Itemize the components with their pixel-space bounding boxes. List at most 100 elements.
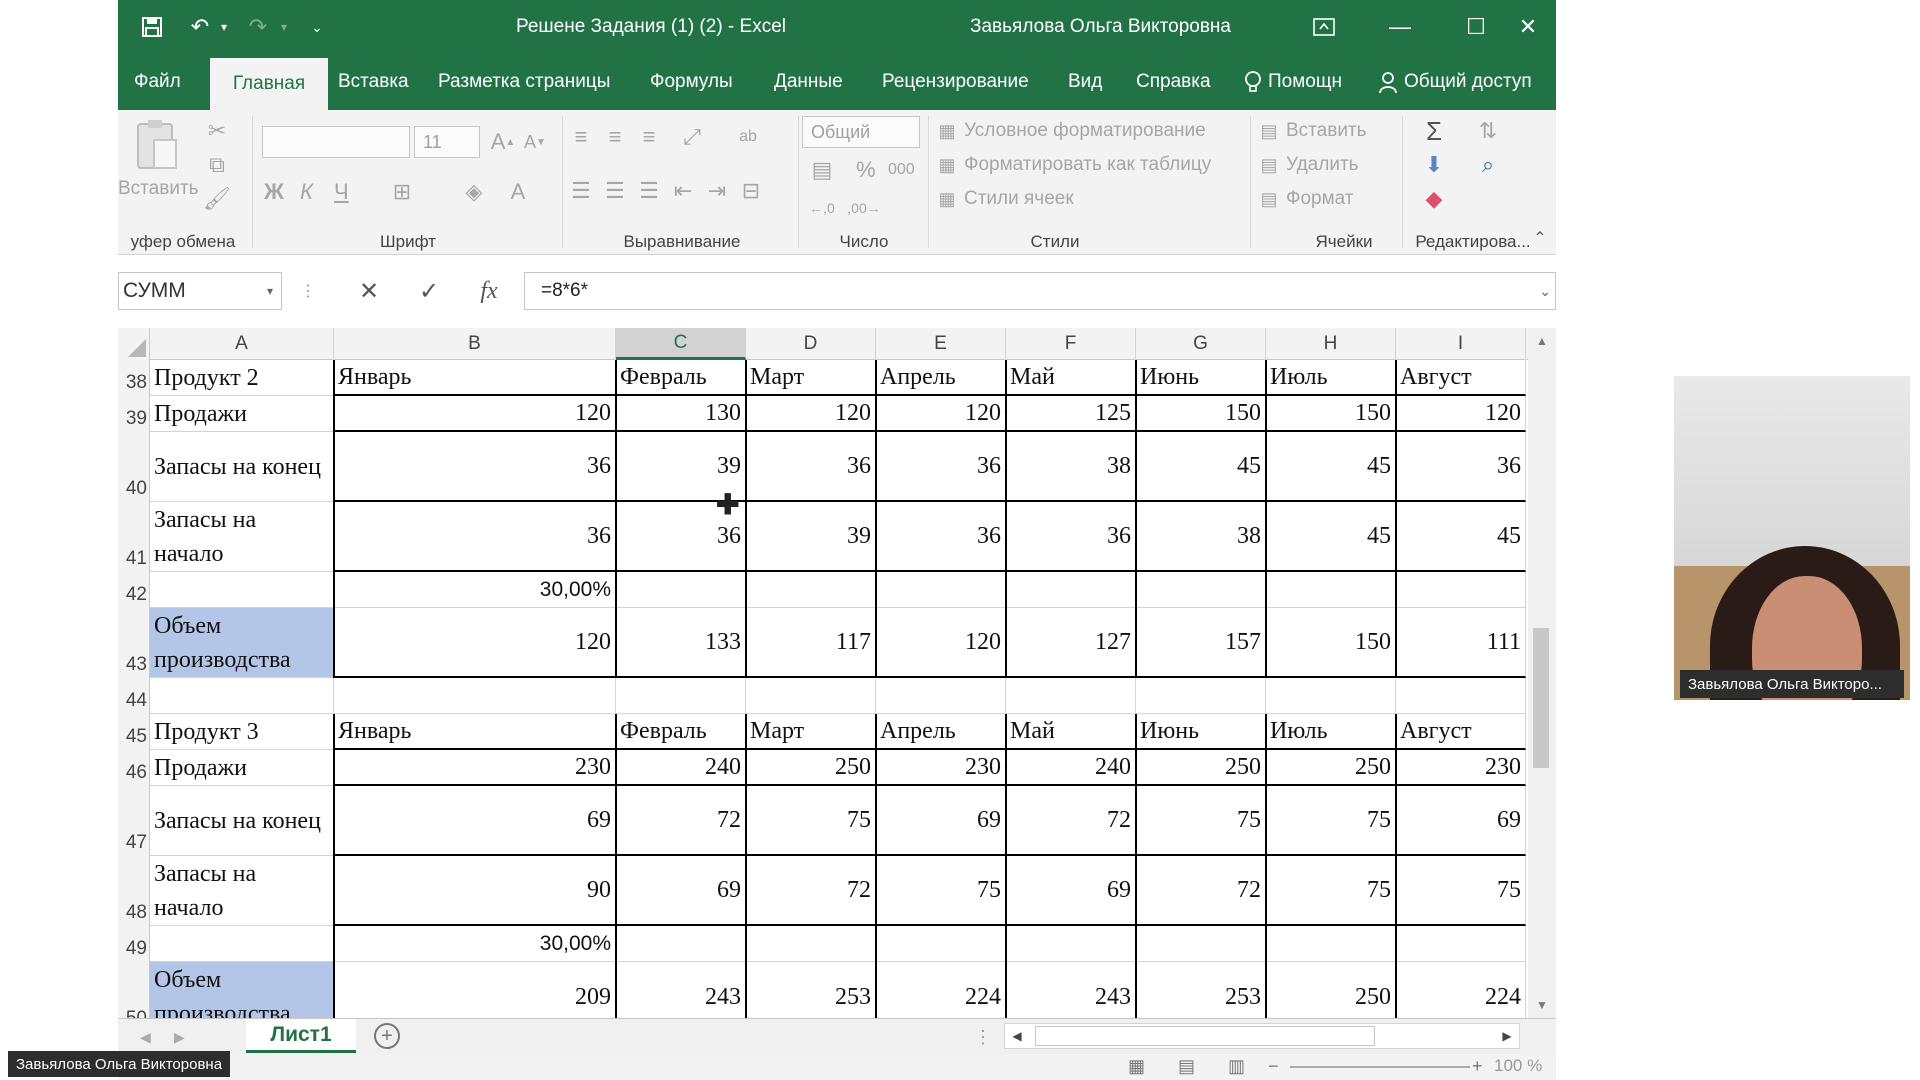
cell-e42[interactable] xyxy=(876,572,1006,608)
cell-h43[interactable]: 150 xyxy=(1266,608,1396,678)
cell-i41[interactable]: 45 xyxy=(1396,502,1526,572)
decrease-font-icon[interactable]: A ▼ xyxy=(520,126,550,158)
column-header[interactable]: F xyxy=(1006,328,1136,360)
number-format-box[interactable]: Общий xyxy=(802,116,920,148)
percent-button[interactable]: % xyxy=(856,154,876,186)
cell-a41[interactable]: Запасы на начало xyxy=(150,502,334,572)
cell-b44[interactable] xyxy=(334,678,616,714)
cell-b48[interactable]: 90 xyxy=(334,856,616,926)
conditional-formatting-button[interactable]: Условное форматирование xyxy=(964,116,1206,146)
orientation-icon[interactable]: ⤢ xyxy=(672,122,712,152)
column-header[interactable]: B xyxy=(334,328,616,360)
minimize-icon[interactable]: — xyxy=(1372,0,1428,54)
cell-c47[interactable]: 72 xyxy=(616,786,746,856)
cell-c48[interactable]: 69 xyxy=(616,856,746,926)
tab-page-layout[interactable]: Разметка страницы xyxy=(432,54,616,110)
cell-i44[interactable] xyxy=(1396,678,1526,714)
redo-dropdown-icon[interactable]: ▾ xyxy=(274,0,294,54)
row-header[interactable]: 47 xyxy=(118,786,150,856)
find-select-icon[interactable]: ⌕ xyxy=(1468,150,1508,180)
cell-e48[interactable]: 75 xyxy=(876,856,1006,926)
cell-d41[interactable]: 39 xyxy=(746,502,876,572)
delete-cells-button[interactable]: Удалить xyxy=(1286,150,1359,180)
cell-a38[interactable]: Продукт 2 xyxy=(150,360,334,396)
name-box-dropdown-icon[interactable]: ▾ xyxy=(267,284,273,298)
scroll-left-icon[interactable]: ◀ xyxy=(1005,1024,1029,1048)
wrap-text-icon[interactable]: ab xyxy=(730,122,766,152)
font-name-box[interactable] xyxy=(262,126,410,158)
cell-c44[interactable] xyxy=(616,678,746,714)
cell-a40[interactable]: Запасы на конец xyxy=(150,432,334,502)
zoom-in-icon[interactable]: + xyxy=(1472,1056,1483,1077)
cell-d45[interactable]: Март xyxy=(746,714,876,750)
cell-a47[interactable]: Запасы на конец xyxy=(150,786,334,856)
cell-i45[interactable]: Август xyxy=(1396,714,1526,750)
horizontal-scrollbar[interactable]: ◀ ▶ xyxy=(1004,1023,1520,1049)
italic-button[interactable]: К xyxy=(300,176,313,208)
ribbon-display-icon[interactable] xyxy=(1296,0,1352,54)
cell-a48[interactable]: Запасы на начало xyxy=(150,856,334,926)
cell-b39[interactable]: 120 xyxy=(334,396,616,432)
merge-center-icon[interactable]: ⊟ xyxy=(736,176,766,206)
cell-e44[interactable] xyxy=(876,678,1006,714)
cell-g38[interactable]: Июнь xyxy=(1136,360,1266,396)
format-painter-icon[interactable]: 🖌 xyxy=(202,184,232,214)
font-color-icon[interactable]: A xyxy=(498,176,538,208)
row-header[interactable]: 46 xyxy=(118,750,150,786)
cell-i50[interactable]: 224 xyxy=(1396,962,1526,1018)
cell-b47[interactable]: 69 xyxy=(334,786,616,856)
cell-c43[interactable]: 133 xyxy=(616,608,746,678)
cell-g41[interactable]: 38 xyxy=(1136,502,1266,572)
cell-g48[interactable]: 72 xyxy=(1136,856,1266,926)
cell-i39[interactable]: 120 xyxy=(1396,396,1526,432)
cell-h48[interactable]: 75 xyxy=(1266,856,1396,926)
row-header[interactable]: 41 xyxy=(118,502,150,572)
cell-d47[interactable]: 75 xyxy=(746,786,876,856)
cancel-entry-icon[interactable]: ✕ xyxy=(344,272,394,310)
currency-icon[interactable]: ▤ xyxy=(802,154,842,186)
customize-qat-icon[interactable]: ⌄ xyxy=(302,0,332,54)
column-header[interactable]: C xyxy=(616,328,746,360)
cell-h46[interactable]: 250 xyxy=(1266,750,1396,786)
cell-e38[interactable]: Апрель xyxy=(876,360,1006,396)
fill-icon[interactable]: ⬇ xyxy=(1414,150,1454,180)
row-header[interactable]: 38 xyxy=(118,360,150,396)
cell-f40[interactable]: 38 xyxy=(1006,432,1136,502)
row-header[interactable]: 42 xyxy=(118,572,150,608)
add-sheet-icon[interactable]: + xyxy=(374,1023,400,1049)
cell-i49[interactable] xyxy=(1396,926,1526,962)
thousands-button[interactable]: 000 xyxy=(888,154,915,186)
cell-h38[interactable]: Июль xyxy=(1266,360,1396,396)
insert-cells-button[interactable]: Вставить xyxy=(1286,116,1367,146)
tab-view[interactable]: Вид xyxy=(1062,54,1108,110)
cell-f49[interactable] xyxy=(1006,926,1136,962)
tab-split-grip-icon[interactable]: ⋮ xyxy=(974,1019,992,1055)
cell-h45[interactable]: Июль xyxy=(1266,714,1396,750)
row-header[interactable]: 43 xyxy=(118,608,150,678)
close-icon[interactable]: ✕ xyxy=(1500,0,1556,54)
cell-b40[interactable]: 36 xyxy=(334,432,616,502)
sort-filter-icon[interactable]: ⇅ xyxy=(1468,116,1508,146)
zoom-out-icon[interactable]: − xyxy=(1268,1056,1279,1077)
cell-i47[interactable]: 69 xyxy=(1396,786,1526,856)
cell-d48[interactable]: 72 xyxy=(746,856,876,926)
cell-c45[interactable]: Февраль xyxy=(616,714,746,750)
cell-e40[interactable]: 36 xyxy=(876,432,1006,502)
increase-decimal-icon[interactable]: ←,0 xyxy=(802,192,842,224)
align-bottom-icon[interactable]: ≡ xyxy=(634,122,664,152)
format-cells-button[interactable]: Формат xyxy=(1286,184,1354,214)
format-as-table-icon[interactable]: ▦ xyxy=(934,150,960,180)
cell-e43[interactable]: 120 xyxy=(876,608,1006,678)
scroll-right-icon[interactable]: ▶ xyxy=(1495,1024,1519,1048)
decrease-indent-icon[interactable]: ⇤ xyxy=(668,176,698,206)
fill-color-icon[interactable]: ◈ xyxy=(454,176,494,208)
cell-a49[interactable] xyxy=(150,926,334,962)
cell-e39[interactable]: 120 xyxy=(876,396,1006,432)
cell-i46[interactable]: 230 xyxy=(1396,750,1526,786)
align-top-icon[interactable]: ≡ xyxy=(566,122,596,152)
cell-h42[interactable] xyxy=(1266,572,1396,608)
tab-file[interactable]: Файл xyxy=(128,54,187,110)
cell-g42[interactable] xyxy=(1136,572,1266,608)
cell-a43[interactable]: Объем производства xyxy=(150,608,334,678)
cell-f41[interactable]: 36 xyxy=(1006,502,1136,572)
